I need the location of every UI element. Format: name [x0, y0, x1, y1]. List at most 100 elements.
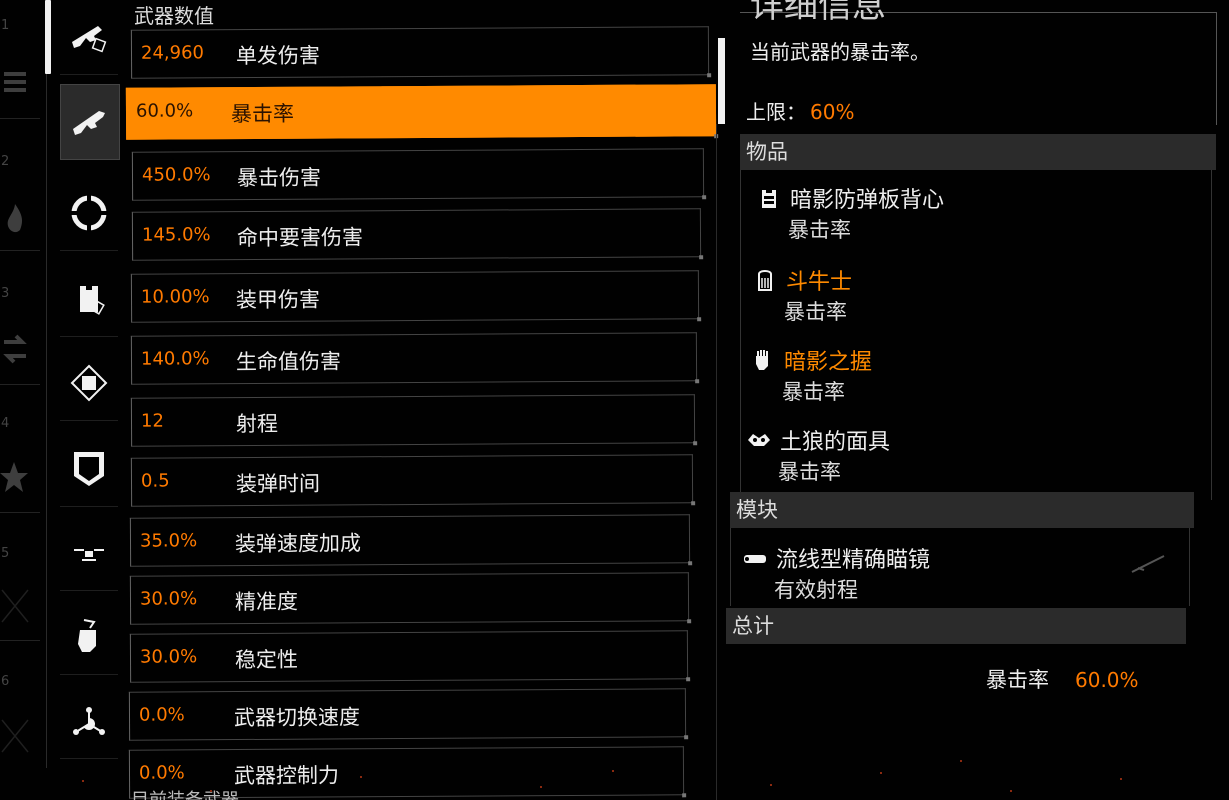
- item-name: 土狼的面具: [780, 430, 891, 455]
- stat-label: 装弹速度加成: [234, 531, 362, 557]
- mod-name: 流线型精确瞄镜: [776, 548, 931, 573]
- skill-tab[interactable]: [60, 176, 118, 251]
- list-icon[interactable]: [0, 64, 30, 104]
- rifle-icon: [72, 26, 107, 53]
- stat-value: 0.0%: [138, 762, 185, 784]
- stat-value: 450.0%: [141, 164, 211, 186]
- rifle-icon: [73, 111, 105, 135]
- gear-slot-column: [60, 0, 120, 800]
- item-name: 暗影之握: [784, 350, 873, 375]
- stat-label: 装弹时间: [235, 471, 321, 497]
- stat-value: 0.5: [140, 470, 170, 492]
- specialization-tab[interactable]: [60, 684, 118, 759]
- stat-value: 140.0%: [140, 348, 210, 370]
- stat-row[interactable]: 60.0% 暴击率: [125, 84, 719, 140]
- stats-scrollbar[interactable]: [718, 38, 725, 124]
- item-stat: 暴击率: [788, 218, 851, 242]
- primary-weapon-tab[interactable]: [60, 0, 118, 75]
- stat-row[interactable]: 30.0% 稳定性: [129, 630, 691, 683]
- drone-tab[interactable]: [60, 516, 118, 591]
- stat-label: 暴击伤害: [236, 165, 322, 191]
- vest-icon: [80, 286, 105, 315]
- stat-label: 装甲伤害: [235, 287, 321, 313]
- item-stat: 暴击率: [778, 460, 841, 484]
- node-tree-icon: [73, 707, 105, 735]
- mask-tab[interactable]: [60, 346, 118, 421]
- section-title: 武器数值: [134, 4, 214, 28]
- total-label: 暴击率: [986, 668, 1049, 692]
- stat-limit: 上限： 60%: [746, 100, 855, 124]
- stat-value: 12: [140, 410, 164, 432]
- stat-description: 当前武器的暴击率。: [750, 40, 930, 64]
- stat-value: 30.0%: [139, 588, 198, 610]
- stat-value: 0.0%: [138, 704, 185, 726]
- item-stat: 暴击率: [782, 380, 845, 404]
- stat-label: 射程: [235, 411, 279, 437]
- stat-value: 30.0%: [139, 646, 198, 668]
- stat-row[interactable]: 12 射程: [130, 394, 698, 447]
- cross-icon[interactable]: [0, 586, 30, 626]
- stat-row[interactable]: 140.0% 生命值伤害: [130, 332, 700, 385]
- fire-icon[interactable]: [0, 200, 30, 240]
- target-box-icon: [70, 364, 108, 402]
- stat-label: 稳定性: [234, 647, 299, 673]
- section-title: 目前装备武器: [131, 786, 239, 800]
- rifle-silhouette-icon: [1131, 555, 1165, 573]
- drone-icon: [74, 549, 104, 561]
- character-stats-screen: 1 2 3 4 5 6 武器数值 24,960 单发伤害 60.0% 暴击率 4…: [0, 0, 1229, 800]
- stat-row[interactable]: 0.0% 武器切换速度: [128, 688, 689, 741]
- stat-row[interactable]: 35.0% 装弹速度加成: [129, 514, 693, 567]
- category-number: 5: [1, 546, 10, 561]
- category-number: 6: [1, 674, 10, 689]
- cross-icon[interactable]: [0, 716, 30, 756]
- stat-row[interactable]: 24,960 单发伤害: [130, 26, 712, 79]
- stat-label: 武器切换速度: [233, 705, 361, 731]
- stat-value: 24,960: [140, 42, 205, 64]
- glove-icon: [756, 350, 768, 370]
- limit-value: 60%: [810, 100, 855, 124]
- item-name: 斗牛士: [786, 270, 853, 295]
- stat-row[interactable]: 0.5 装弹时间: [130, 454, 696, 507]
- star-icon[interactable]: [0, 458, 30, 498]
- category-number: 1: [1, 18, 10, 33]
- total-line: 暴击率 60.0%: [986, 664, 1139, 694]
- shield-icon: [74, 452, 104, 486]
- vest-tab[interactable]: [60, 262, 118, 337]
- stat-label: 生命值伤害: [235, 349, 342, 375]
- category-number: 3: [1, 286, 10, 301]
- stat-label: 武器控制力: [233, 763, 340, 789]
- backpack-icon: [758, 270, 772, 291]
- category-scrollbar[interactable]: [45, 0, 51, 74]
- mask-icon: [748, 434, 770, 446]
- vest-icon: [762, 190, 776, 208]
- stat-row[interactable]: 10.00% 装甲伤害: [130, 270, 702, 323]
- stat-row[interactable]: 30.0% 精准度: [129, 572, 692, 625]
- scope-icon: [744, 555, 766, 563]
- stat-row[interactable]: 145.0% 命中要害伤害: [131, 208, 704, 261]
- stat-value: 35.0%: [139, 530, 198, 552]
- category-number: 2: [1, 154, 10, 169]
- stat-row[interactable]: 450.0% 暴击伤害: [131, 148, 707, 201]
- swap-icon[interactable]: [0, 330, 30, 370]
- stat-label: 单发伤害: [235, 43, 321, 69]
- ring-icon: [70, 194, 108, 232]
- stat-label: 暴击率: [230, 101, 295, 127]
- total-header: 总计: [726, 608, 1186, 644]
- total-value: 60.0%: [1075, 668, 1139, 692]
- detail-panel: 详细信息 当前武器的暴击率。 上限： 60% 物品 暗影防弹板背心 暴击率 斗牛士…: [726, 0, 1229, 800]
- stat-value: 10.00%: [140, 286, 210, 308]
- mods-header: 模块: [730, 492, 1194, 528]
- items-header: 物品: [740, 134, 1216, 170]
- category-number: 4: [1, 416, 10, 431]
- mod-stat: 有效射程: [774, 578, 858, 602]
- glove-icon: [78, 619, 96, 652]
- stat-value: 145.0%: [141, 224, 211, 246]
- stat-label: 精准度: [234, 589, 299, 615]
- category-strip: 1 2 3 4 5 6: [0, 0, 44, 800]
- item-name: 暗影防弹板背心: [790, 188, 945, 213]
- gloves-tab[interactable]: [60, 600, 118, 675]
- secondary-weapon-tab[interactable]: [60, 84, 120, 160]
- stat-label: 命中要害伤害: [236, 225, 364, 251]
- stat-value: 60.0%: [135, 100, 194, 122]
- holster-tab[interactable]: [60, 432, 118, 507]
